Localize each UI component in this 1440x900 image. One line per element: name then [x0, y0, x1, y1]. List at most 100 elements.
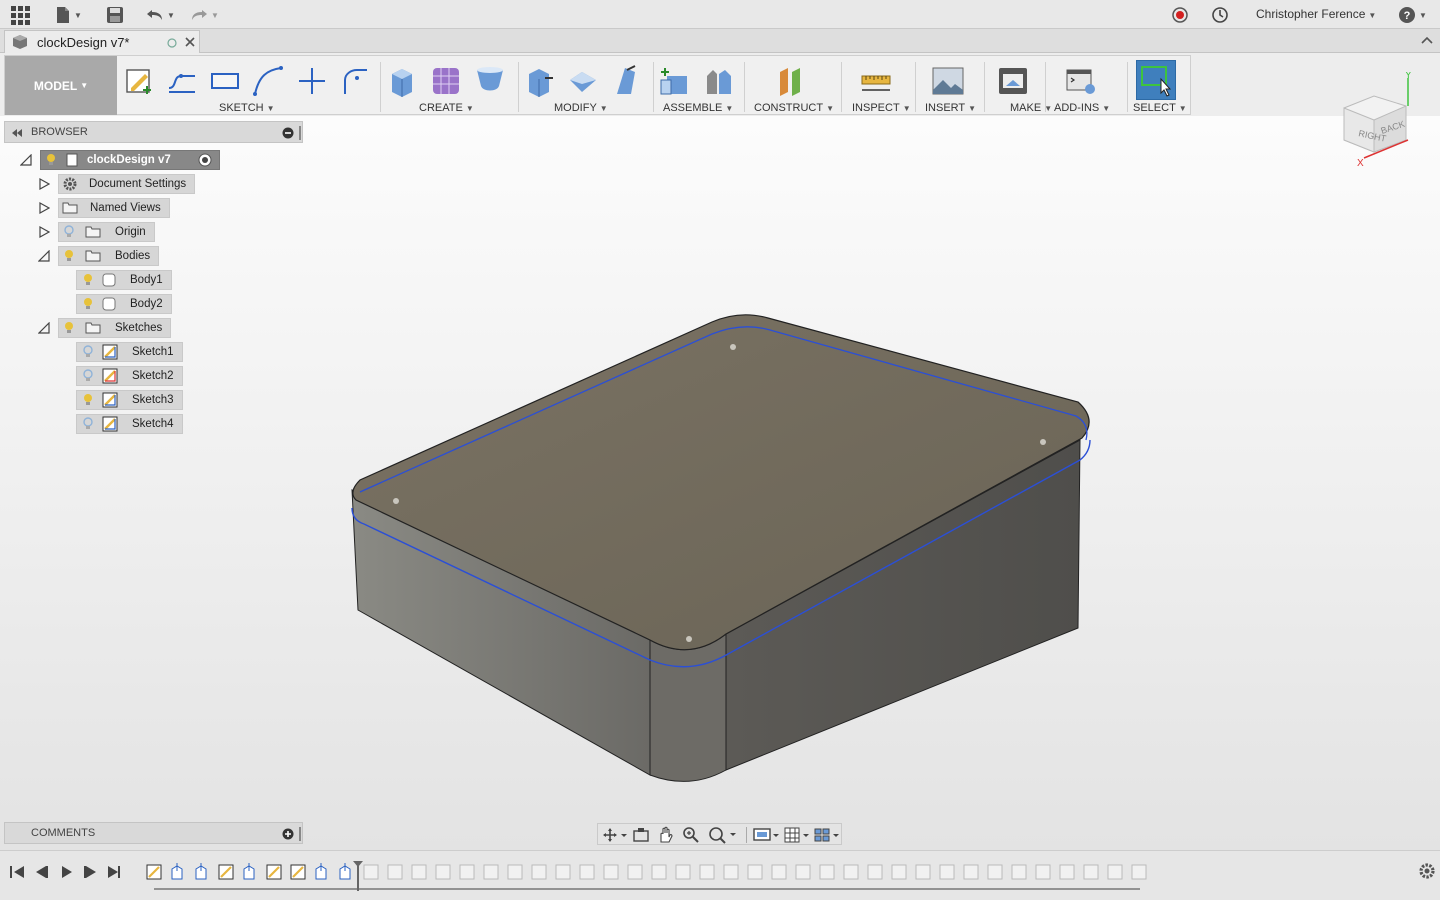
activate-component-icon[interactable] [198, 153, 212, 167]
revolve-icon[interactable] [473, 64, 507, 98]
tree-node-sketches[interactable]: Sketches [38, 318, 208, 338]
timeline-extrude-feature[interactable] [339, 863, 351, 880]
orbit-icon[interactable] [602, 827, 628, 843]
expanded-triangle-icon[interactable] [38, 250, 50, 262]
scripts-addins-icon[interactable] [1064, 64, 1098, 98]
extrude-icon[interactable] [386, 64, 420, 98]
timeline-extrude-feature[interactable] [195, 863, 207, 880]
document-tab[interactable]: clockDesign v7* [4, 30, 200, 53]
timeline-sketch-feature[interactable] [146, 864, 162, 880]
lightbulb-icon[interactable] [63, 249, 75, 263]
zoom-window-icon[interactable] [708, 826, 738, 844]
tree-node-sketch2[interactable]: Sketch2 [76, 366, 206, 386]
view-cube[interactable]: RIGHT BACK Y X [1336, 72, 1426, 172]
sketch-group-label[interactable]: SKETCH ▼ [219, 102, 275, 114]
model-canvas[interactable] [0, 116, 1440, 850]
collapse-panel-icon[interactable] [11, 129, 23, 137]
lightbulb-icon[interactable] [63, 321, 75, 335]
timeline-extrude-feature[interactable] [315, 863, 327, 880]
collapsed-triangle-icon[interactable] [38, 202, 50, 214]
step-back-icon[interactable] [36, 866, 48, 878]
zoom-icon[interactable] [682, 826, 700, 844]
tree-node-sketch1[interactable]: Sketch1 [76, 342, 206, 362]
select-group-label[interactable]: SELECT ▼ [1133, 102, 1187, 114]
user-menu[interactable]: Christopher Ference ▼ [1256, 7, 1376, 21]
lightbulb-icon[interactable] [82, 393, 94, 407]
collapsed-triangle-icon[interactable] [38, 178, 50, 190]
expanded-triangle-icon[interactable] [20, 154, 32, 166]
create-group-label[interactable]: CREATE ▼ [419, 102, 474, 114]
panel-resize-handle[interactable] [299, 126, 301, 140]
workspace-switcher[interactable]: MODEL ▼ [5, 56, 117, 115]
lightbulb-off-icon[interactable] [63, 225, 75, 239]
assemble-group-label[interactable]: ASSEMBLE ▼ [663, 102, 733, 114]
tree-node-sketch3[interactable]: Sketch3 [76, 390, 206, 410]
collapsed-triangle-icon[interactable] [38, 226, 50, 238]
apps-grid-icon[interactable] [10, 4, 30, 26]
modify-group-label[interactable]: MODIFY ▼ [554, 102, 608, 114]
select-tool-button[interactable] [1136, 60, 1176, 100]
arc-tool-icon[interactable] [251, 64, 285, 98]
step-forward-icon[interactable] [84, 866, 96, 878]
inspect-group-label[interactable]: INSPECT ▼ [852, 102, 911, 114]
timeline-settings-gear-icon[interactable] [1418, 862, 1436, 880]
sketch-point[interactable] [393, 498, 399, 504]
lightbulb-icon[interactable] [82, 297, 94, 311]
timeline-sketch-feature[interactable] [290, 864, 306, 880]
record-button[interactable] [1171, 4, 1189, 26]
help-button[interactable]: ? ▼ [1398, 4, 1427, 26]
measure-icon[interactable] [859, 64, 893, 98]
redo-button[interactable]: ▼ [190, 4, 219, 26]
file-menu-button[interactable]: ▼ [55, 4, 82, 26]
tree-node-origin[interactable]: Origin [38, 222, 208, 242]
insert-image-icon[interactable] [931, 64, 965, 98]
minimize-icon[interactable] [282, 127, 294, 139]
close-icon[interactable] [185, 37, 195, 47]
pan-hand-icon[interactable] [656, 826, 674, 844]
lightbulb-icon[interactable] [45, 153, 57, 167]
panel-resize-handle[interactable] [299, 827, 301, 841]
canvas-viewport[interactable]: RIGHT BACK Y X [0, 72, 1440, 850]
fillet-sketch-icon[interactable] [337, 64, 371, 98]
lightbulb-off-icon[interactable] [82, 417, 94, 431]
press-pull-icon[interactable] [523, 64, 557, 98]
timeline-marker[interactable] [353, 861, 363, 891]
construct-group-label[interactable]: CONSTRUCT ▼ [754, 102, 834, 114]
grid-settings-icon[interactable] [784, 827, 812, 843]
rectangle-tool-icon[interactable] [208, 64, 242, 98]
lightbulb-off-icon[interactable] [82, 369, 94, 383]
form-icon[interactable] [429, 64, 463, 98]
tree-node-bodies[interactable]: Bodies [38, 246, 208, 266]
new-component-icon[interactable] [657, 64, 691, 98]
joint-icon[interactable] [701, 64, 735, 98]
go-to-end-icon[interactable] [108, 866, 120, 878]
create-sketch-icon[interactable] [123, 64, 157, 98]
undo-button[interactable]: ▼ [146, 4, 175, 26]
save-button[interactable] [106, 4, 124, 26]
chevron-up-icon[interactable] [1421, 35, 1433, 45]
timeline-extrude-feature[interactable] [243, 863, 255, 880]
display-settings-icon[interactable] [752, 827, 782, 843]
timeline-sketch-feature[interactable] [266, 864, 282, 880]
tree-node-root[interactable]: clockDesign v7 [20, 150, 220, 170]
offset-plane-icon[interactable] [774, 64, 808, 98]
viewports-icon[interactable] [814, 827, 842, 843]
sketch-point[interactable] [730, 344, 736, 350]
tree-node-sketch4[interactable]: Sketch4 [76, 414, 206, 434]
timeline-future-features[interactable] [363, 864, 1147, 880]
timeline-track[interactable] [144, 861, 1150, 893]
expanded-triangle-icon[interactable] [38, 322, 50, 334]
add-ins-group-label[interactable]: ADD-INS ▼ [1054, 102, 1110, 114]
sketch-point[interactable] [1040, 439, 1046, 445]
body-corner-face[interactable] [649, 632, 727, 782]
sketch-point[interactable] [686, 636, 692, 642]
lightbulb-off-icon[interactable] [82, 345, 94, 359]
tree-node-body1[interactable]: Body1 [76, 270, 206, 290]
point-tool-icon[interactable] [295, 64, 329, 98]
insert-group-label[interactable]: INSERT ▼ [925, 102, 976, 114]
timeline-extrude-feature[interactable] [171, 863, 183, 880]
3d-print-icon[interactable] [996, 64, 1030, 98]
fillet-icon[interactable] [566, 64, 600, 98]
look-at-icon[interactable] [632, 827, 650, 843]
go-to-start-icon[interactable] [10, 866, 24, 878]
